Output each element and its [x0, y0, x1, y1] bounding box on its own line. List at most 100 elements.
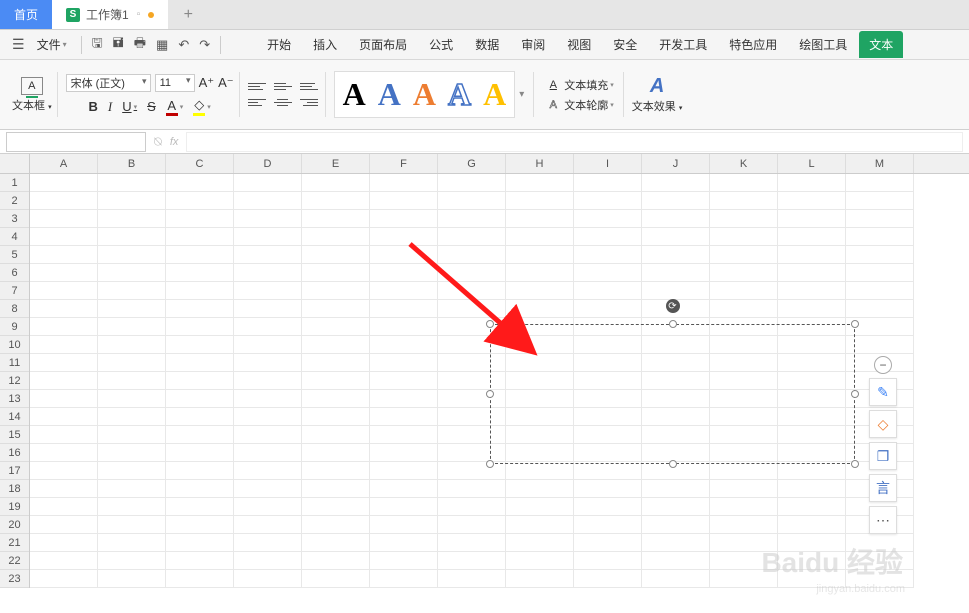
resize-handle-ml[interactable]	[486, 390, 494, 398]
save-icon[interactable]: 🖫	[92, 34, 103, 56]
cell[interactable]	[302, 264, 370, 282]
cell[interactable]	[30, 462, 98, 480]
cell[interactable]	[438, 498, 506, 516]
cell[interactable]	[30, 570, 98, 588]
fill-tool-button[interactable]: ◇	[869, 410, 897, 438]
highlight-button[interactable]: ◇ ▾	[193, 97, 211, 116]
cell[interactable]	[778, 552, 846, 570]
cell[interactable]	[234, 480, 302, 498]
row-header[interactable]: 9	[0, 318, 29, 336]
cell[interactable]	[30, 336, 98, 354]
row-header[interactable]: 3	[0, 210, 29, 228]
new-tab-button[interactable]: +	[168, 0, 208, 29]
cell[interactable]	[98, 480, 166, 498]
cell[interactable]	[778, 570, 846, 588]
cell[interactable]	[778, 282, 846, 300]
cell[interactable]	[506, 210, 574, 228]
cell[interactable]	[710, 264, 778, 282]
hamburger-icon[interactable]: ☰	[8, 34, 29, 55]
cell[interactable]	[234, 318, 302, 336]
cell[interactable]	[234, 210, 302, 228]
tab-data[interactable]: 数据	[465, 32, 509, 57]
cell[interactable]	[98, 372, 166, 390]
cell[interactable]	[234, 246, 302, 264]
row-header[interactable]: 4	[0, 228, 29, 246]
cell[interactable]	[506, 498, 574, 516]
tab-security[interactable]: 安全	[603, 32, 647, 57]
align-top-button[interactable]	[248, 80, 266, 94]
cell[interactable]	[98, 390, 166, 408]
cell[interactable]	[778, 246, 846, 264]
text-outline-button[interactable]: A 文本轮廓▾	[546, 97, 614, 113]
cell[interactable]	[98, 228, 166, 246]
cell[interactable]	[574, 192, 642, 210]
resize-handle-mr[interactable]	[851, 390, 859, 398]
cell[interactable]	[166, 300, 234, 318]
tab-view[interactable]: 视图	[557, 32, 601, 57]
row-header[interactable]: 21	[0, 534, 29, 552]
text-tool-button[interactable]: 言	[869, 474, 897, 502]
cell[interactable]	[166, 498, 234, 516]
text-effect-button[interactable]: A 文本效果 ▾	[632, 75, 683, 114]
cell[interactable]	[370, 264, 438, 282]
print-preview-icon[interactable]: ▦	[156, 37, 168, 53]
align-middle-button[interactable]	[274, 80, 292, 94]
cell[interactable]	[574, 228, 642, 246]
cell[interactable]	[438, 480, 506, 498]
cell[interactable]	[846, 282, 914, 300]
tab-page-layout[interactable]: 页面布局	[349, 32, 417, 57]
cell[interactable]	[166, 480, 234, 498]
cell[interactable]	[234, 570, 302, 588]
tab-special[interactable]: 特色应用	[719, 32, 787, 57]
wordart-style-5[interactable]: A	[483, 76, 506, 113]
cell[interactable]	[234, 498, 302, 516]
resize-handle-tr[interactable]	[851, 320, 859, 328]
cell[interactable]	[846, 174, 914, 192]
cell[interactable]	[506, 480, 574, 498]
name-box[interactable]	[6, 132, 146, 152]
cell[interactable]	[98, 300, 166, 318]
decrease-font-icon[interactable]: A⁻	[218, 75, 234, 91]
cell[interactable]	[506, 228, 574, 246]
cell[interactable]	[302, 426, 370, 444]
tab-formula[interactable]: 公式	[419, 32, 463, 57]
cell[interactable]	[370, 318, 438, 336]
strikethrough-button[interactable]: S	[147, 99, 156, 114]
cell[interactable]	[438, 570, 506, 588]
cell[interactable]	[30, 300, 98, 318]
cell[interactable]	[302, 390, 370, 408]
cell[interactable]	[30, 426, 98, 444]
cell[interactable]	[370, 552, 438, 570]
cell[interactable]	[710, 516, 778, 534]
cell[interactable]	[370, 390, 438, 408]
cell[interactable]	[438, 282, 506, 300]
cell[interactable]	[30, 264, 98, 282]
tab-dev-tools[interactable]: 开发工具	[649, 32, 717, 57]
cell[interactable]	[302, 210, 370, 228]
cell[interactable]	[370, 246, 438, 264]
resize-handle-bm[interactable]	[669, 460, 677, 468]
cell[interactable]	[710, 462, 778, 480]
cell[interactable]	[166, 336, 234, 354]
cell[interactable]	[370, 210, 438, 228]
text-fill-button[interactable]: A 文本填充▾	[546, 77, 614, 93]
cell[interactable]	[30, 318, 98, 336]
cell[interactable]	[438, 462, 506, 480]
align-bottom-button[interactable]	[300, 80, 318, 94]
rotate-handle[interactable]: ⟳	[666, 299, 680, 313]
cell[interactable]	[506, 264, 574, 282]
cell[interactable]	[642, 264, 710, 282]
cell[interactable]	[302, 570, 370, 588]
cell[interactable]	[302, 498, 370, 516]
cell[interactable]	[30, 228, 98, 246]
cell[interactable]	[166, 192, 234, 210]
cell[interactable]	[234, 426, 302, 444]
cell[interactable]	[710, 192, 778, 210]
cell[interactable]	[98, 264, 166, 282]
cell[interactable]	[98, 318, 166, 336]
cell[interactable]	[234, 174, 302, 192]
align-left-button[interactable]	[248, 96, 266, 110]
cell[interactable]	[710, 570, 778, 588]
fx-icon[interactable]: fx	[170, 136, 179, 148]
cell[interactable]	[166, 210, 234, 228]
